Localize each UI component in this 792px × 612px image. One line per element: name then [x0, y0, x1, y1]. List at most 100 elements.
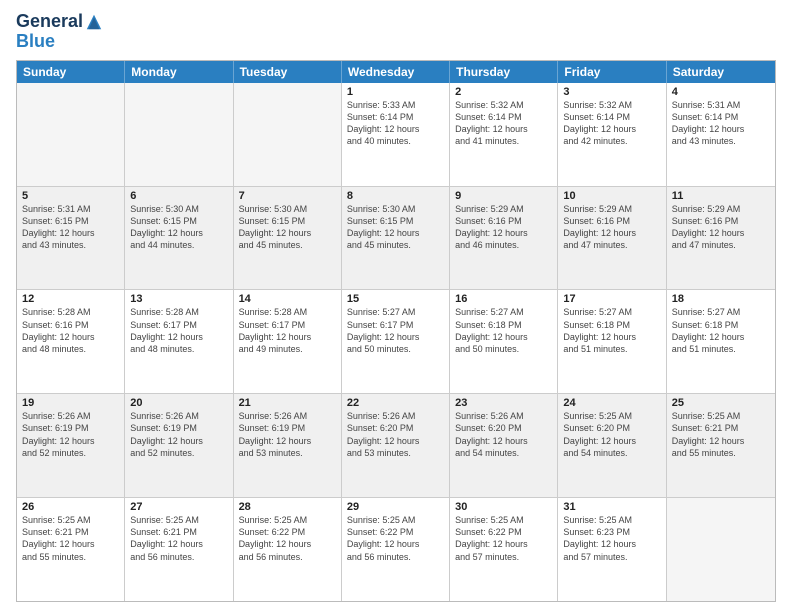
day-cell-19: 19Sunrise: 5:26 AM Sunset: 6:19 PM Dayli… — [17, 394, 125, 497]
day-number: 15 — [347, 293, 444, 305]
day-number: 22 — [347, 397, 444, 409]
day-info: Sunrise: 5:26 AM Sunset: 6:19 PM Dayligh… — [239, 410, 336, 459]
day-number: 18 — [672, 293, 770, 305]
day-info: Sunrise: 5:26 AM Sunset: 6:20 PM Dayligh… — [455, 410, 552, 459]
day-cell-3: 3Sunrise: 5:32 AM Sunset: 6:14 PM Daylig… — [558, 83, 666, 186]
day-number: 1 — [347, 86, 444, 98]
day-number: 30 — [455, 501, 552, 513]
empty-cell — [234, 83, 342, 186]
day-number: 11 — [672, 190, 770, 202]
day-cell-24: 24Sunrise: 5:25 AM Sunset: 6:20 PM Dayli… — [558, 394, 666, 497]
day-cell-1: 1Sunrise: 5:33 AM Sunset: 6:14 PM Daylig… — [342, 83, 450, 186]
day-header-tuesday: Tuesday — [234, 61, 342, 83]
day-cell-8: 8Sunrise: 5:30 AM Sunset: 6:15 PM Daylig… — [342, 187, 450, 290]
day-info: Sunrise: 5:25 AM Sunset: 6:23 PM Dayligh… — [563, 514, 660, 563]
calendar: SundayMondayTuesdayWednesdayThursdayFrid… — [16, 60, 776, 602]
logo-text-line1: General — [16, 12, 83, 32]
day-info: Sunrise: 5:27 AM Sunset: 6:18 PM Dayligh… — [563, 306, 660, 355]
empty-cell — [17, 83, 125, 186]
day-number: 31 — [563, 501, 660, 513]
day-header-saturday: Saturday — [667, 61, 775, 83]
day-info: Sunrise: 5:30 AM Sunset: 6:15 PM Dayligh… — [347, 203, 444, 252]
day-header-thursday: Thursday — [450, 61, 558, 83]
day-number: 9 — [455, 190, 552, 202]
day-cell-17: 17Sunrise: 5:27 AM Sunset: 6:18 PM Dayli… — [558, 290, 666, 393]
empty-cell — [125, 83, 233, 186]
day-number: 19 — [22, 397, 119, 409]
day-header-friday: Friday — [558, 61, 666, 83]
day-cell-12: 12Sunrise: 5:28 AM Sunset: 6:16 PM Dayli… — [17, 290, 125, 393]
logo-text-line2: Blue — [16, 31, 55, 51]
day-number: 17 — [563, 293, 660, 305]
day-info: Sunrise: 5:25 AM Sunset: 6:21 PM Dayligh… — [130, 514, 227, 563]
day-cell-26: 26Sunrise: 5:25 AM Sunset: 6:21 PM Dayli… — [17, 498, 125, 601]
day-number: 14 — [239, 293, 336, 305]
day-info: Sunrise: 5:31 AM Sunset: 6:15 PM Dayligh… — [22, 203, 119, 252]
day-cell-14: 14Sunrise: 5:28 AM Sunset: 6:17 PM Dayli… — [234, 290, 342, 393]
calendar-body: 1Sunrise: 5:33 AM Sunset: 6:14 PM Daylig… — [17, 83, 775, 601]
logo-icon — [85, 13, 103, 31]
day-number: 10 — [563, 190, 660, 202]
header: General Blue — [16, 12, 776, 52]
day-cell-9: 9Sunrise: 5:29 AM Sunset: 6:16 PM Daylig… — [450, 187, 558, 290]
day-info: Sunrise: 5:32 AM Sunset: 6:14 PM Dayligh… — [455, 99, 552, 148]
day-cell-31: 31Sunrise: 5:25 AM Sunset: 6:23 PM Dayli… — [558, 498, 666, 601]
calendar-week-2: 5Sunrise: 5:31 AM Sunset: 6:15 PM Daylig… — [17, 186, 775, 290]
day-number: 4 — [672, 86, 770, 98]
day-info: Sunrise: 5:27 AM Sunset: 6:18 PM Dayligh… — [672, 306, 770, 355]
day-cell-13: 13Sunrise: 5:28 AM Sunset: 6:17 PM Dayli… — [125, 290, 233, 393]
day-header-monday: Monday — [125, 61, 233, 83]
day-cell-23: 23Sunrise: 5:26 AM Sunset: 6:20 PM Dayli… — [450, 394, 558, 497]
day-number: 29 — [347, 501, 444, 513]
day-info: Sunrise: 5:26 AM Sunset: 6:19 PM Dayligh… — [22, 410, 119, 459]
day-info: Sunrise: 5:26 AM Sunset: 6:19 PM Dayligh… — [130, 410, 227, 459]
day-header-wednesday: Wednesday — [342, 61, 450, 83]
empty-cell — [667, 498, 775, 601]
day-number: 5 — [22, 190, 119, 202]
day-number: 21 — [239, 397, 336, 409]
day-number: 6 — [130, 190, 227, 202]
day-cell-2: 2Sunrise: 5:32 AM Sunset: 6:14 PM Daylig… — [450, 83, 558, 186]
day-header-sunday: Sunday — [17, 61, 125, 83]
day-number: 7 — [239, 190, 336, 202]
day-info: Sunrise: 5:25 AM Sunset: 6:20 PM Dayligh… — [563, 410, 660, 459]
day-info: Sunrise: 5:31 AM Sunset: 6:14 PM Dayligh… — [672, 99, 770, 148]
day-cell-7: 7Sunrise: 5:30 AM Sunset: 6:15 PM Daylig… — [234, 187, 342, 290]
day-number: 27 — [130, 501, 227, 513]
day-number: 3 — [563, 86, 660, 98]
day-cell-28: 28Sunrise: 5:25 AM Sunset: 6:22 PM Dayli… — [234, 498, 342, 601]
day-cell-29: 29Sunrise: 5:25 AM Sunset: 6:22 PM Dayli… — [342, 498, 450, 601]
page: General Blue SundayMondayTuesdayWednesda… — [0, 0, 792, 612]
day-cell-10: 10Sunrise: 5:29 AM Sunset: 6:16 PM Dayli… — [558, 187, 666, 290]
day-info: Sunrise: 5:28 AM Sunset: 6:17 PM Dayligh… — [130, 306, 227, 355]
calendar-week-1: 1Sunrise: 5:33 AM Sunset: 6:14 PM Daylig… — [17, 83, 775, 186]
day-cell-20: 20Sunrise: 5:26 AM Sunset: 6:19 PM Dayli… — [125, 394, 233, 497]
day-info: Sunrise: 5:29 AM Sunset: 6:16 PM Dayligh… — [455, 203, 552, 252]
day-number: 16 — [455, 293, 552, 305]
day-info: Sunrise: 5:32 AM Sunset: 6:14 PM Dayligh… — [563, 99, 660, 148]
day-info: Sunrise: 5:25 AM Sunset: 6:21 PM Dayligh… — [22, 514, 119, 563]
day-number: 25 — [672, 397, 770, 409]
calendar-week-4: 19Sunrise: 5:26 AM Sunset: 6:19 PM Dayli… — [17, 393, 775, 497]
day-cell-15: 15Sunrise: 5:27 AM Sunset: 6:17 PM Dayli… — [342, 290, 450, 393]
day-number: 23 — [455, 397, 552, 409]
day-number: 28 — [239, 501, 336, 513]
day-info: Sunrise: 5:29 AM Sunset: 6:16 PM Dayligh… — [672, 203, 770, 252]
day-number: 13 — [130, 293, 227, 305]
day-cell-11: 11Sunrise: 5:29 AM Sunset: 6:16 PM Dayli… — [667, 187, 775, 290]
calendar-header: SundayMondayTuesdayWednesdayThursdayFrid… — [17, 61, 775, 83]
day-info: Sunrise: 5:33 AM Sunset: 6:14 PM Dayligh… — [347, 99, 444, 148]
day-info: Sunrise: 5:26 AM Sunset: 6:20 PM Dayligh… — [347, 410, 444, 459]
day-cell-30: 30Sunrise: 5:25 AM Sunset: 6:22 PM Dayli… — [450, 498, 558, 601]
day-info: Sunrise: 5:25 AM Sunset: 6:22 PM Dayligh… — [239, 514, 336, 563]
day-number: 12 — [22, 293, 119, 305]
day-number: 24 — [563, 397, 660, 409]
day-info: Sunrise: 5:30 AM Sunset: 6:15 PM Dayligh… — [130, 203, 227, 252]
day-cell-6: 6Sunrise: 5:30 AM Sunset: 6:15 PM Daylig… — [125, 187, 233, 290]
calendar-week-3: 12Sunrise: 5:28 AM Sunset: 6:16 PM Dayli… — [17, 289, 775, 393]
day-number: 26 — [22, 501, 119, 513]
day-number: 8 — [347, 190, 444, 202]
day-cell-16: 16Sunrise: 5:27 AM Sunset: 6:18 PM Dayli… — [450, 290, 558, 393]
day-info: Sunrise: 5:25 AM Sunset: 6:22 PM Dayligh… — [347, 514, 444, 563]
day-cell-25: 25Sunrise: 5:25 AM Sunset: 6:21 PM Dayli… — [667, 394, 775, 497]
